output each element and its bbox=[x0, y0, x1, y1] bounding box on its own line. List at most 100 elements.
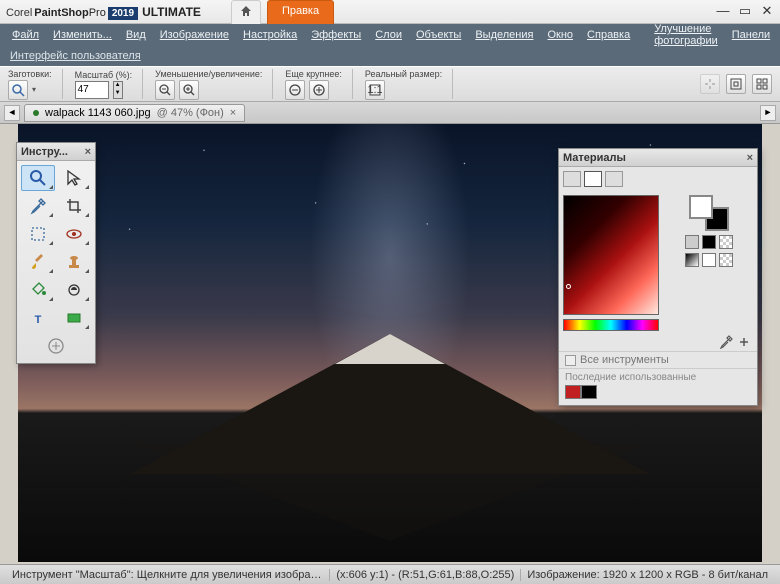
doc-close-button[interactable]: × bbox=[230, 107, 236, 119]
menu-objects[interactable]: Объекты bbox=[410, 26, 467, 44]
crop-icon bbox=[65, 197, 83, 215]
circle-minus-icon bbox=[288, 83, 302, 97]
tool-zoom[interactable] bbox=[21, 165, 55, 191]
tool-more[interactable] bbox=[41, 333, 71, 359]
eyedropper-icon bbox=[29, 197, 47, 215]
home-icon bbox=[240, 5, 252, 17]
center-button[interactable] bbox=[752, 74, 772, 94]
doc-prev-button[interactable]: ◄ bbox=[4, 105, 20, 121]
style-pattern[interactable] bbox=[719, 235, 733, 249]
arrow-cursor-icon bbox=[65, 169, 83, 187]
dodge-icon bbox=[65, 281, 83, 299]
zoom-spinner[interactable]: ▲▼ bbox=[113, 81, 123, 99]
tool-crop[interactable] bbox=[57, 193, 91, 219]
workspace-link[interactable]: Интерфейс пользователя bbox=[10, 50, 141, 62]
tool-pick[interactable] bbox=[57, 165, 91, 191]
tool-dropper[interactable] bbox=[21, 193, 55, 219]
menu-panels[interactable]: Панели bbox=[726, 26, 776, 44]
materials-header[interactable]: Материалы × bbox=[559, 149, 757, 167]
tool-lighten[interactable] bbox=[57, 277, 91, 303]
minimize-button[interactable]: — bbox=[716, 5, 730, 19]
eyedropper-icon[interactable] bbox=[719, 335, 733, 349]
menu-image[interactable]: Изображение bbox=[154, 26, 235, 44]
tool-redeye[interactable] bbox=[57, 221, 91, 247]
zoom-bigger-out[interactable] bbox=[285, 80, 305, 100]
tools-panel-header[interactable]: Инстру... × bbox=[17, 143, 95, 161]
menu-selections[interactable]: Выделения bbox=[469, 26, 539, 44]
menu-layers[interactable]: Слои bbox=[369, 26, 408, 44]
menu-effects[interactable]: Эффекты bbox=[305, 26, 367, 44]
document-tab-strip: ◄ walpack 1143 060.jpg @ 47% (Фон) × ► bbox=[0, 102, 780, 124]
tool-clone[interactable] bbox=[57, 249, 91, 275]
menu-file[interactable]: Файл bbox=[6, 26, 45, 44]
menu-window[interactable]: Окно bbox=[541, 26, 579, 44]
svg-text:1:1: 1:1 bbox=[368, 84, 382, 96]
text-icon: T bbox=[29, 309, 47, 327]
menu-help[interactable]: Справка bbox=[581, 26, 636, 44]
color-gradient-picker[interactable] bbox=[563, 195, 659, 315]
stamp-icon bbox=[65, 253, 83, 271]
recent-swatch-1[interactable] bbox=[565, 385, 581, 399]
materials-close-button[interactable]: × bbox=[747, 152, 753, 164]
zoom-bigger-in[interactable] bbox=[309, 80, 329, 100]
menu-edit[interactable]: Изменить... bbox=[47, 26, 118, 44]
marquee-icon bbox=[29, 225, 47, 243]
style-gradient[interactable] bbox=[685, 253, 699, 267]
recent-label: Последние использованные bbox=[565, 372, 751, 383]
bucket-icon bbox=[29, 281, 47, 299]
document-tab[interactable]: walpack 1143 060.jpg @ 47% (Фон) × bbox=[24, 104, 245, 122]
all-tools-row[interactable]: Все инструменты bbox=[559, 351, 757, 368]
hue-strip[interactable] bbox=[563, 319, 659, 331]
mode-swatches-button[interactable] bbox=[605, 171, 623, 187]
fit-icon bbox=[729, 77, 743, 91]
tool-text[interactable]: T bbox=[21, 305, 55, 331]
zoom-out-icon bbox=[158, 83, 172, 97]
zoom-in-button[interactable] bbox=[179, 80, 199, 100]
svg-text:T: T bbox=[35, 314, 42, 326]
tab-home[interactable] bbox=[231, 0, 261, 24]
tool-fill[interactable] bbox=[21, 277, 55, 303]
doc-next-button[interactable]: ► bbox=[760, 105, 776, 121]
doc-suffix: @ 47% (Фон) bbox=[157, 107, 224, 119]
brand-text: Corel bbox=[6, 7, 32, 19]
style-texture[interactable] bbox=[719, 253, 733, 267]
fit-window-button[interactable] bbox=[700, 74, 720, 94]
arrows-out-icon bbox=[703, 77, 717, 91]
tools-close-button[interactable]: × bbox=[85, 146, 91, 158]
tool-brush[interactable] bbox=[21, 249, 55, 275]
status-bar: Инструмент "Масштаб": Щелкните для увели… bbox=[0, 564, 780, 584]
status-hint: Инструмент "Масштаб": Щелкните для увели… bbox=[6, 569, 330, 581]
close-button[interactable]: ✕ bbox=[760, 5, 774, 19]
tool-shape[interactable] bbox=[57, 305, 91, 331]
eye-icon bbox=[65, 225, 83, 243]
all-tools-checkbox[interactable] bbox=[565, 355, 576, 366]
status-imginfo: Изображение: 1920 x 1200 x RGB - 8 бит/к… bbox=[521, 569, 774, 581]
mode-frame-button[interactable] bbox=[563, 171, 581, 187]
doc-status-icon bbox=[33, 110, 39, 116]
style-none[interactable] bbox=[702, 253, 716, 267]
tool-selection[interactable] bbox=[21, 221, 55, 247]
menu-enhance[interactable]: Улучшение фотографии bbox=[648, 20, 724, 50]
recent-swatch-2[interactable] bbox=[581, 385, 597, 399]
style-solid-2[interactable] bbox=[702, 235, 716, 249]
actual-size-button[interactable]: 1:1 bbox=[365, 80, 385, 100]
maximize-button[interactable]: ▭ bbox=[738, 5, 752, 19]
zoom-value-input[interactable]: 47 bbox=[75, 81, 109, 99]
doc-name: walpack 1143 060.jpg bbox=[45, 107, 151, 119]
menu-view[interactable]: Вид bbox=[120, 26, 152, 44]
style-solid[interactable] bbox=[685, 235, 699, 249]
fit-image-button[interactable] bbox=[726, 74, 746, 94]
fg-bg-swatches[interactable] bbox=[689, 195, 729, 231]
menu-adjust[interactable]: Настройка bbox=[237, 26, 303, 44]
presets-button[interactable] bbox=[8, 80, 28, 100]
actual-size-label: Реальный размер: bbox=[365, 69, 442, 79]
tools-panel: Инстру... × T bbox=[16, 142, 96, 364]
tab-edit[interactable]: Правка bbox=[267, 0, 334, 24]
mode-rainbow-button[interactable] bbox=[584, 171, 602, 187]
fg-swatch[interactable] bbox=[689, 195, 713, 219]
magnifier-icon bbox=[11, 83, 25, 97]
add-swatch-icon[interactable] bbox=[737, 335, 751, 349]
recent-swatches bbox=[565, 385, 751, 399]
zoom-out-button[interactable] bbox=[155, 80, 175, 100]
status-coords: (x:606 y:1) - (R:51,G:61,B:88,O:255) bbox=[330, 569, 521, 581]
